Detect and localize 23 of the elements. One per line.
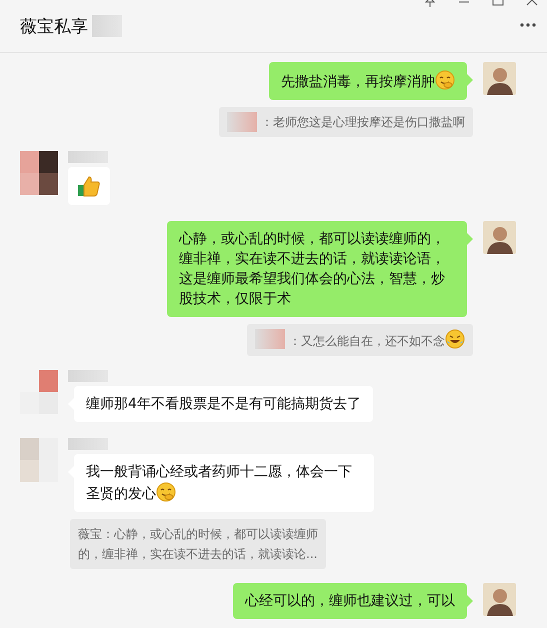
bubble-tail — [467, 233, 473, 245]
avatar-icon[interactable] — [483, 583, 516, 616]
blurred-avatar[interactable] — [20, 151, 58, 195]
blurred-name — [68, 370, 108, 382]
quote-text: 薇宝：心静，或心乱的时候，都可以读读缠师的，缠非禅，实在读不进去的话，就读读论... — [78, 526, 318, 563]
quoted-message[interactable]: ：老师您这是心理按摩还是伤口撒盐啊 — [219, 107, 473, 137]
blurred-name — [68, 151, 108, 163]
message-bubble: 我一般背诵心经或者药师十二愿，体会一下圣贤的发心 — [74, 454, 374, 512]
bubble-tail — [467, 74, 473, 86]
message-bubble: 先撒盐消毒，再按摩消肿 — [269, 62, 467, 100]
quoted-message[interactable]: ：又怎么能自在，还不如不念 — [247, 324, 473, 356]
more-icon[interactable] — [519, 22, 537, 28]
quoted-message[interactable]: 薇宝：心静，或心乱的时候，都可以读读缠师的，缠非禅，实在读不进去的话，就读读论... — [70, 519, 326, 569]
avatar-icon[interactable] — [483, 62, 516, 95]
message-bubble: 缠师那4年不看股票是不是有可能搞期货去了 — [74, 386, 373, 422]
blurred-name — [68, 438, 108, 450]
chat-title: 薇宝私享 — [20, 16, 88, 38]
quote-text: ：老师您这是心理按摩还是伤口撒盐啊 — [261, 114, 465, 131]
message-bubble: 心经可以的，缠师也建议过，可以 — [233, 583, 467, 619]
message-bubble: 心静，或心乱的时候，都可以读读缠师的，缠非禅，实在读不进去的话，就读读论语，这是缠师最希望我们体会的心法，智慧，炒股技术，仅限于术 — [167, 221, 467, 317]
bubble-tail — [467, 595, 473, 607]
quote-text: ：又怎么能自在，还不如不念 — [289, 329, 465, 351]
avatar-icon[interactable] — [483, 221, 516, 254]
